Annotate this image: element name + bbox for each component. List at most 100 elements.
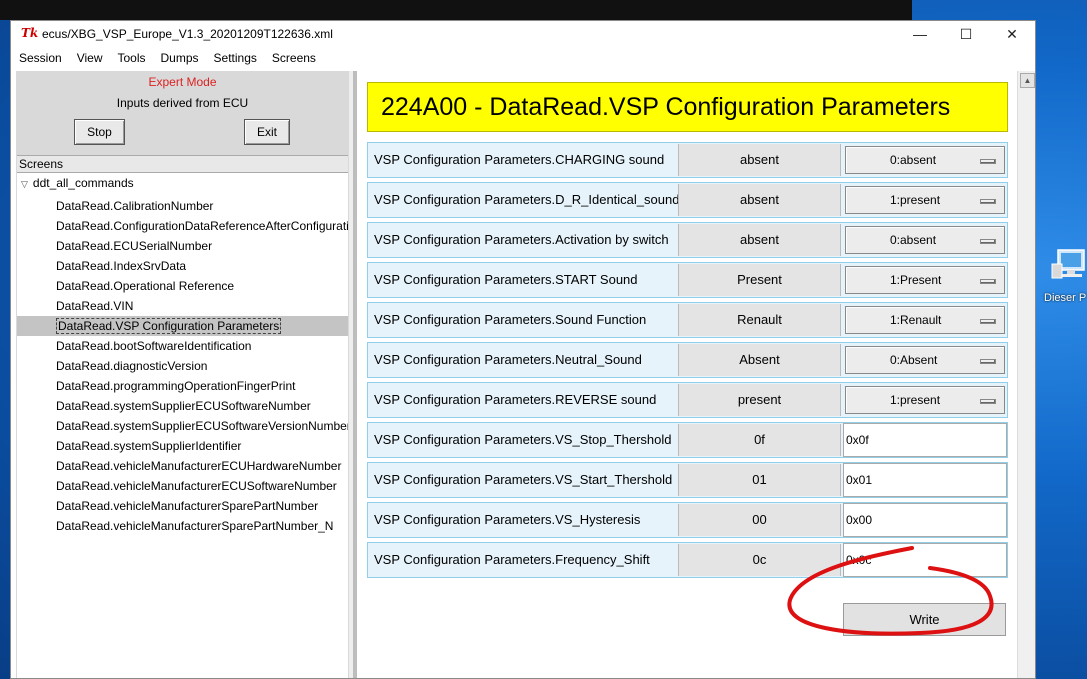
dropdown-indicator-icon[interactable] <box>980 239 996 244</box>
tree-item-label: DataRead.vehicleManufacturerECUSoftwareN… <box>56 479 337 493</box>
param-current-value: 00 <box>678 504 841 536</box>
param-row: VSP Configuration Parameters.Activation … <box>367 222 1008 258</box>
param-input[interactable]: 0x0c <box>843 543 1007 577</box>
param-select[interactable]: 0:absent <box>845 146 1005 174</box>
close-button[interactable]: ✕ <box>989 21 1035 47</box>
computer-icon[interactable] <box>1048 246 1087 286</box>
tree-item[interactable]: DataRead.systemSupplierECUSoftwareVersio… <box>17 416 348 436</box>
param-input[interactable]: 0x00 <box>843 503 1007 537</box>
left-scrollbar[interactable] <box>353 71 357 678</box>
param-row: VSP Configuration Parameters.START Sound… <box>367 262 1008 298</box>
tree-item[interactable]: DataRead.vehicleManufacturerSparePartNum… <box>17 516 348 536</box>
input-source-label: Inputs derived from ECU <box>116 96 249 110</box>
param-label: VSP Configuration Parameters.Frequency_S… <box>374 552 650 567</box>
menu-screens[interactable]: Screens <box>264 49 323 69</box>
tree-item[interactable]: DataRead.systemSupplierIdentifier <box>17 436 348 456</box>
write-button[interactable]: Write <box>843 603 1006 636</box>
desktop-icon-label[interactable]: Dieser P <box>1044 292 1086 304</box>
tree-item[interactable]: DataRead.VSP Configuration Parameters <box>17 316 348 336</box>
param-row: VSP Configuration Parameters.REVERSE sou… <box>367 382 1008 418</box>
expand-triangle-icon[interactable]: ▽ <box>21 179 28 190</box>
dropdown-indicator-icon[interactable] <box>980 199 996 204</box>
menu-bar: Session View Tools Dumps Settings Screen… <box>11 49 1035 69</box>
menu-view[interactable]: View <box>69 49 110 69</box>
param-select[interactable]: 1:Present <box>845 266 1005 294</box>
tree-item[interactable]: DataRead.CalibrationNumber <box>17 196 348 216</box>
param-label: VSP Configuration Parameters.START Sound <box>374 272 638 287</box>
tree-item[interactable]: DataRead.vehicleManufacturerSparePartNum… <box>17 496 348 516</box>
menu-dumps[interactable]: Dumps <box>153 49 206 69</box>
menu-settings[interactable]: Settings <box>206 49 264 69</box>
scroll-up-arrow-icon[interactable]: ▲ <box>1020 73 1035 88</box>
param-current-value: Present <box>678 264 841 296</box>
maximize-button[interactable]: ☐ <box>943 21 989 47</box>
minimize-button[interactable]: — <box>897 21 943 47</box>
tree-item-label: DataRead.diagnosticVersion <box>56 359 208 373</box>
param-input[interactable]: 0x01 <box>843 463 1007 497</box>
param-row: VSP Configuration Parameters.Sound Funct… <box>367 302 1008 338</box>
tree-item-label: DataRead.vehicleManufacturerECUHardwareN… <box>56 459 342 473</box>
tree-item-label: DataRead.VIN <box>56 299 134 313</box>
tree-item-label: DataRead.programmingOperationFingerPrint <box>56 379 296 393</box>
menu-session[interactable]: Session <box>11 49 69 69</box>
param-label: VSP Configuration Parameters.CHARGING so… <box>374 152 665 167</box>
tk-app-icon: Tk <box>21 26 39 40</box>
tree-item[interactable]: DataRead.ECUSerialNumber <box>17 236 348 256</box>
tree-item[interactable]: DataRead.systemSupplierECUSoftwareNumber <box>17 396 348 416</box>
tree-item[interactable]: DataRead.vehicleManufacturerECUHardwareN… <box>17 456 348 476</box>
tree-header[interactable]: Screens <box>17 156 348 173</box>
param-current-value: Renault <box>678 304 841 336</box>
param-label: VSP Configuration Parameters.VS_Hysteres… <box>374 512 641 527</box>
tree-item[interactable]: DataRead.diagnosticVersion <box>17 356 348 376</box>
tree-item[interactable]: DataRead.Operational Reference <box>17 276 348 296</box>
param-current-value: Absent <box>678 344 841 376</box>
expert-mode-label: Expert Mode <box>148 75 217 89</box>
tree-item[interactable]: DataRead.programmingOperationFingerPrint <box>17 376 348 396</box>
param-input[interactable]: 0x0f <box>843 423 1007 457</box>
tree-item[interactable]: DataRead.VIN <box>17 296 348 316</box>
param-select[interactable]: 0:Absent <box>845 346 1005 374</box>
dropdown-indicator-icon[interactable] <box>980 399 996 404</box>
tree-list: DataRead.CalibrationNumber DataRead.Confi… <box>17 196 348 536</box>
param-label: VSP Configuration Parameters.REVERSE sou… <box>374 392 657 407</box>
param-current-value: 0c <box>678 544 841 576</box>
stop-button[interactable]: Stop <box>74 119 125 145</box>
tree-item-label: DataRead.ECUSerialNumber <box>56 239 213 253</box>
exit-button[interactable]: Exit <box>244 119 290 145</box>
tree-item[interactable]: DataRead.vehicleManufacturerECUSoftwareN… <box>17 476 348 496</box>
tree-item-label: DataRead.CalibrationNumber <box>56 199 214 213</box>
param-select[interactable]: 0:absent <box>845 226 1005 254</box>
dropdown-indicator-icon[interactable] <box>980 359 996 364</box>
param-current-value: 01 <box>678 464 841 496</box>
tree-item-label: DataRead.ConfigurationDataReferenceAfter… <box>56 219 348 233</box>
param-label: VSP Configuration Parameters.Activation … <box>374 232 669 247</box>
right-scrollbar[interactable]: ▲ <box>1017 71 1035 678</box>
title-bar[interactable]: Tk ecus/XBG_VSP_Europe_V1.3_20201209T122… <box>11 21 1035 47</box>
dropdown-indicator-icon[interactable] <box>980 159 996 164</box>
left-panel: Expert Mode Inputs derived from ECU Stop… <box>16 71 349 678</box>
param-select-value: 0:absent <box>890 233 937 247</box>
param-current-value: present <box>678 384 841 416</box>
param-select[interactable]: 1:present <box>845 386 1005 414</box>
param-row: VSP Configuration Parameters.D_R_Identic… <box>367 182 1008 218</box>
tree-item[interactable]: DataRead.ConfigurationDataReferenceAfter… <box>17 216 348 236</box>
tree-item-label: DataRead.VSP Configuration Parameters <box>56 318 282 334</box>
tree-item-label: DataRead.systemSupplierECUSoftwareVersio… <box>56 419 348 433</box>
param-select[interactable]: 1:present <box>845 186 1005 214</box>
tree-item[interactable]: DataRead.IndexSrvData <box>17 256 348 276</box>
param-row: VSP Configuration Parameters.Frequency_S… <box>367 542 1008 578</box>
param-label: VSP Configuration Parameters.VS_Stop_The… <box>374 432 672 447</box>
dropdown-indicator-icon[interactable] <box>980 279 996 284</box>
menu-tools[interactable]: Tools <box>110 49 153 69</box>
param-select-value: 0:absent <box>890 153 937 167</box>
dropdown-indicator-icon[interactable] <box>980 319 996 324</box>
tree-item-label: DataRead.IndexSrvData <box>56 259 187 273</box>
param-label: VSP Configuration Parameters.D_R_Identic… <box>374 192 679 207</box>
background-window-strip <box>0 0 912 20</box>
tree-root-node[interactable]: ▽ ddt_all_commands <box>21 176 134 190</box>
tree-item[interactable]: DataRead.bootSoftwareIdentification <box>17 336 348 356</box>
tree-item-label: DataRead.systemSupplierIdentifier <box>56 439 242 453</box>
tree-item-label: DataRead.vehicleManufacturerSparePartNum… <box>56 519 334 533</box>
param-select[interactable]: 1:Renault <box>845 306 1005 334</box>
window-title: ecus/XBG_VSP_Europe_V1.3_20201209T122636… <box>42 27 333 41</box>
